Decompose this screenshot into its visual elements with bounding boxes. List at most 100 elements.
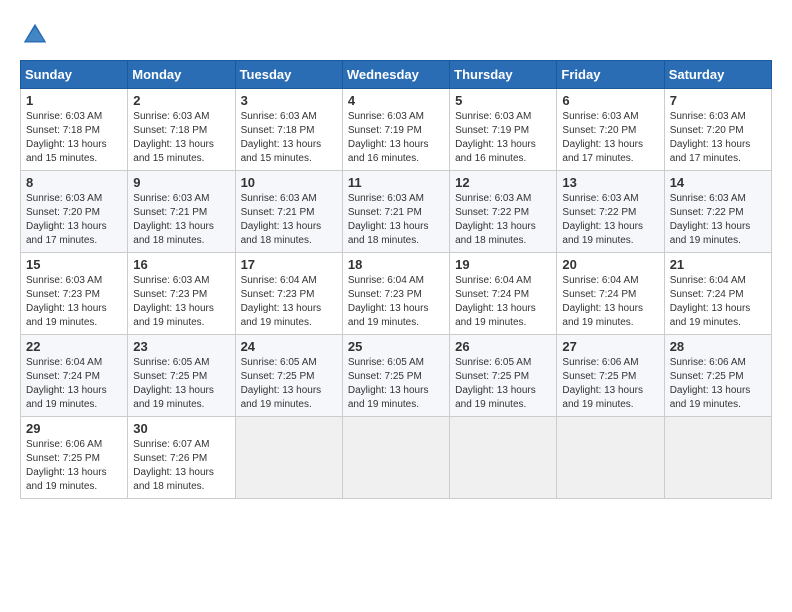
day-number: 3 [241, 93, 337, 108]
day-info: Sunrise: 6:04 AM Sunset: 7:24 PM Dayligh… [562, 274, 658, 330]
day-info: Sunrise: 6:05 AM Sunset: 7:25 PM Dayligh… [241, 356, 337, 412]
day-number: 17 [241, 257, 337, 272]
calendar-cell: 28 Sunrise: 6:06 AM Sunset: 7:25 PM Dayli… [664, 335, 771, 417]
day-info: Sunrise: 6:04 AM Sunset: 7:24 PM Dayligh… [455, 274, 551, 330]
day-number: 22 [26, 339, 122, 354]
calendar-cell: 12 Sunrise: 6:03 AM Sunset: 7:22 PM Dayli… [450, 171, 557, 253]
day-number: 28 [670, 339, 766, 354]
day-info: Sunrise: 6:04 AM Sunset: 7:23 PM Dayligh… [241, 274, 337, 330]
day-info: Sunrise: 6:03 AM Sunset: 7:21 PM Dayligh… [241, 192, 337, 248]
calendar-cell: 13 Sunrise: 6:03 AM Sunset: 7:22 PM Dayli… [557, 171, 664, 253]
header-day: Sunday [21, 61, 128, 89]
day-info: Sunrise: 6:03 AM Sunset: 7:22 PM Dayligh… [562, 192, 658, 248]
calendar-cell: 1 Sunrise: 6:03 AM Sunset: 7:18 PM Daylig… [21, 89, 128, 171]
day-number: 7 [670, 93, 766, 108]
day-info: Sunrise: 6:05 AM Sunset: 7:25 PM Dayligh… [133, 356, 229, 412]
header-day: Tuesday [235, 61, 342, 89]
day-number: 14 [670, 175, 766, 190]
day-number: 29 [26, 421, 122, 436]
calendar-week: 15Sunrise: 6:03 AM Sunset: 7:23 PM Dayli… [21, 253, 772, 335]
day-info: Sunrise: 6:03 AM Sunset: 7:20 PM Dayligh… [26, 192, 122, 248]
calendar-cell: 20Sunrise: 6:04 AM Sunset: 7:24 PM Dayli… [557, 253, 664, 335]
logo [20, 20, 54, 50]
day-info: Sunrise: 6:06 AM Sunset: 7:25 PM Dayligh… [670, 356, 766, 412]
calendar-cell: 6 Sunrise: 6:03 AM Sunset: 7:20 PM Daylig… [557, 89, 664, 171]
day-info: Sunrise: 6:04 AM Sunset: 7:23 PM Dayligh… [348, 274, 444, 330]
day-number: 13 [562, 175, 658, 190]
calendar-cell: 7 Sunrise: 6:03 AM Sunset: 7:20 PM Daylig… [664, 89, 771, 171]
day-info: Sunrise: 6:03 AM Sunset: 7:18 PM Dayligh… [133, 110, 229, 166]
day-number: 2 [133, 93, 229, 108]
day-info: Sunrise: 6:03 AM Sunset: 7:19 PM Dayligh… [348, 110, 444, 166]
day-number: 4 [348, 93, 444, 108]
calendar-cell [664, 417, 771, 499]
day-info: Sunrise: 6:05 AM Sunset: 7:25 PM Dayligh… [348, 356, 444, 412]
calendar-cell: 8 Sunrise: 6:03 AM Sunset: 7:20 PM Daylig… [21, 171, 128, 253]
day-info: Sunrise: 6:03 AM Sunset: 7:23 PM Dayligh… [26, 274, 122, 330]
day-number: 24 [241, 339, 337, 354]
calendar-week: 22Sunrise: 6:04 AM Sunset: 7:24 PM Dayli… [21, 335, 772, 417]
day-number: 5 [455, 93, 551, 108]
day-info: Sunrise: 6:05 AM Sunset: 7:25 PM Dayligh… [455, 356, 551, 412]
calendar-body: 1 Sunrise: 6:03 AM Sunset: 7:18 PM Daylig… [21, 89, 772, 499]
day-info: Sunrise: 6:03 AM Sunset: 7:20 PM Dayligh… [670, 110, 766, 166]
day-number: 26 [455, 339, 551, 354]
calendar-cell: 29 Sunrise: 6:06 AM Sunset: 7:25 PM Dayli… [21, 417, 128, 499]
calendar-week: 8 Sunrise: 6:03 AM Sunset: 7:20 PM Daylig… [21, 171, 772, 253]
day-number: 18 [348, 257, 444, 272]
calendar-cell: 4 Sunrise: 6:03 AM Sunset: 7:19 PM Daylig… [342, 89, 449, 171]
day-number: 1 [26, 93, 122, 108]
calendar-cell: 30 Sunrise: 6:07 AM Sunset: 7:26 PM Dayli… [128, 417, 235, 499]
day-number: 10 [241, 175, 337, 190]
calendar-cell: 5Sunrise: 6:03 AM Sunset: 7:19 PM Daylig… [450, 89, 557, 171]
calendar-cell: 3Sunrise: 6:03 AM Sunset: 7:18 PM Daylig… [235, 89, 342, 171]
calendar-cell: 10 Sunrise: 6:03 AM Sunset: 7:21 PM Dayli… [235, 171, 342, 253]
calendar-cell: 14 Sunrise: 6:03 AM Sunset: 7:22 PM Dayli… [664, 171, 771, 253]
day-number: 30 [133, 421, 229, 436]
day-info: Sunrise: 6:03 AM Sunset: 7:21 PM Dayligh… [348, 192, 444, 248]
calendar-week: 1 Sunrise: 6:03 AM Sunset: 7:18 PM Daylig… [21, 89, 772, 171]
day-number: 21 [670, 257, 766, 272]
day-number: 12 [455, 175, 551, 190]
header-day: Saturday [664, 61, 771, 89]
calendar-cell: 23 Sunrise: 6:05 AM Sunset: 7:25 PM Dayli… [128, 335, 235, 417]
calendar-cell: 11 Sunrise: 6:03 AM Sunset: 7:21 PM Dayli… [342, 171, 449, 253]
header [20, 20, 772, 50]
day-number: 11 [348, 175, 444, 190]
day-info: Sunrise: 6:03 AM Sunset: 7:21 PM Dayligh… [133, 192, 229, 248]
header-day: Monday [128, 61, 235, 89]
calendar-cell: 17 Sunrise: 6:04 AM Sunset: 7:23 PM Dayli… [235, 253, 342, 335]
calendar-cell: 2 Sunrise: 6:03 AM Sunset: 7:18 PM Daylig… [128, 89, 235, 171]
day-info: Sunrise: 6:03 AM Sunset: 7:22 PM Dayligh… [670, 192, 766, 248]
calendar-cell [557, 417, 664, 499]
day-number: 25 [348, 339, 444, 354]
header-day: Wednesday [342, 61, 449, 89]
day-info: Sunrise: 6:03 AM Sunset: 7:22 PM Dayligh… [455, 192, 551, 248]
calendar-cell [235, 417, 342, 499]
calendar-cell: 24 Sunrise: 6:05 AM Sunset: 7:25 PM Dayli… [235, 335, 342, 417]
day-info: Sunrise: 6:03 AM Sunset: 7:20 PM Dayligh… [562, 110, 658, 166]
header-day: Friday [557, 61, 664, 89]
day-number: 8 [26, 175, 122, 190]
calendar-cell: 9 Sunrise: 6:03 AM Sunset: 7:21 PM Daylig… [128, 171, 235, 253]
day-number: 6 [562, 93, 658, 108]
day-info: Sunrise: 6:06 AM Sunset: 7:25 PM Dayligh… [562, 356, 658, 412]
calendar-cell: 15Sunrise: 6:03 AM Sunset: 7:23 PM Dayli… [21, 253, 128, 335]
day-info: Sunrise: 6:07 AM Sunset: 7:26 PM Dayligh… [133, 438, 229, 494]
day-info: Sunrise: 6:06 AM Sunset: 7:25 PM Dayligh… [26, 438, 122, 494]
calendar-cell: 19 Sunrise: 6:04 AM Sunset: 7:24 PM Dayli… [450, 253, 557, 335]
day-info: Sunrise: 6:03 AM Sunset: 7:23 PM Dayligh… [133, 274, 229, 330]
day-info: Sunrise: 6:04 AM Sunset: 7:24 PM Dayligh… [670, 274, 766, 330]
day-number: 23 [133, 339, 229, 354]
day-number: 9 [133, 175, 229, 190]
calendar-cell: 21 Sunrise: 6:04 AM Sunset: 7:24 PM Dayli… [664, 253, 771, 335]
day-info: Sunrise: 6:03 AM Sunset: 7:18 PM Dayligh… [26, 110, 122, 166]
day-number: 16 [133, 257, 229, 272]
calendar-cell [342, 417, 449, 499]
calendar-cell: 27Sunrise: 6:06 AM Sunset: 7:25 PM Dayli… [557, 335, 664, 417]
calendar-cell [450, 417, 557, 499]
day-number: 19 [455, 257, 551, 272]
calendar-header: SundayMondayTuesdayWednesdayThursdayFrid… [21, 61, 772, 89]
calendar-week: 29 Sunrise: 6:06 AM Sunset: 7:25 PM Dayli… [21, 417, 772, 499]
logo-icon [20, 20, 50, 50]
